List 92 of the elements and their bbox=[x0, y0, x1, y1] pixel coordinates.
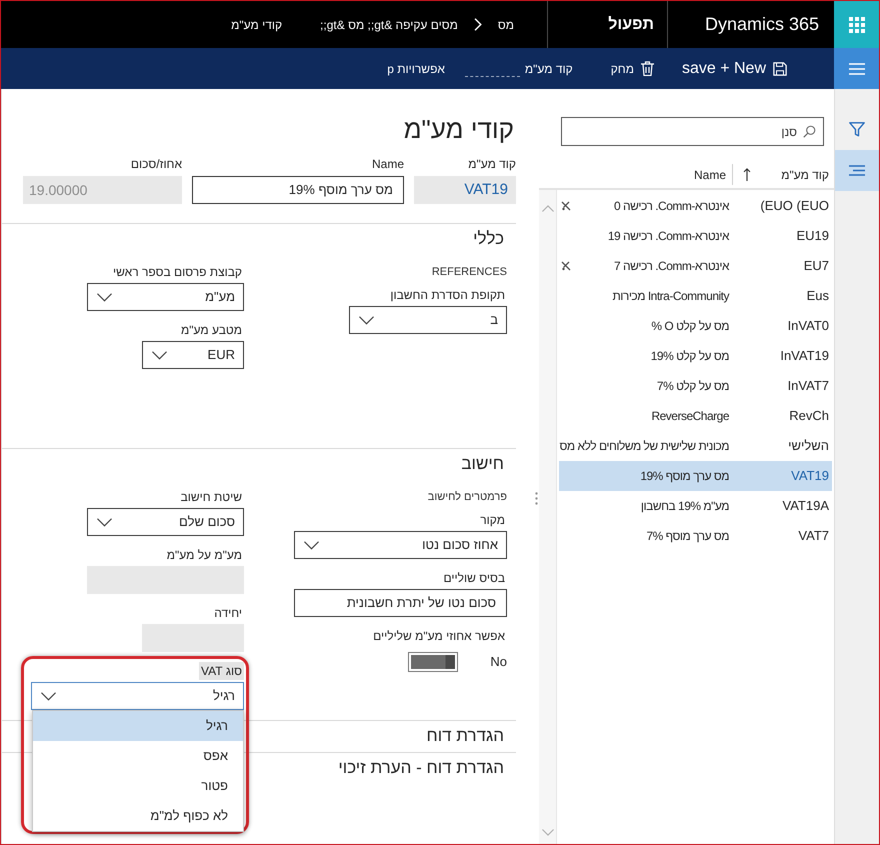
dropdown[interactable]: מע"מ bbox=[87, 283, 244, 311]
text-field[interactable]: מס ערך מוסף 19% bbox=[192, 176, 404, 204]
drag-handle-icon bbox=[535, 492, 538, 505]
name-cell-text: מס על קלט 19% bbox=[650, 348, 729, 365]
dropdown-option[interactable]: פטור bbox=[33, 771, 243, 801]
module-name[interactable]: תפעול bbox=[608, 12, 654, 36]
app-grid-icon bbox=[848, 16, 864, 32]
floppy-disk-icon bbox=[773, 62, 787, 76]
column-header[interactable]: Name bbox=[539, 161, 732, 188]
code-cell: InVAT19 bbox=[780, 348, 829, 363]
list-view-button[interactable] bbox=[835, 150, 879, 191]
name-cell-text: אינטרא-Comm. רכישה 19 bbox=[608, 228, 729, 245]
filter-icon bbox=[849, 122, 865, 137]
field-label: תקופת הסדרת החשבון bbox=[389, 287, 506, 304]
dropdown[interactable]: אחוז סכום נטו bbox=[294, 531, 507, 559]
delete-button[interactable]: מחק bbox=[610, 60, 654, 78]
dropdown-option[interactable]: לא כפוף למ"מ bbox=[33, 801, 243, 831]
chevron-down-icon bbox=[97, 518, 112, 526]
name-cell-text: אינטרא-Comm. רכישה 7 bbox=[614, 258, 729, 275]
field-label: מע"מ על מע"מ bbox=[166, 547, 243, 564]
readonly-field: 19.00000 bbox=[23, 176, 182, 204]
field-label: שיטת חישוב bbox=[180, 489, 243, 506]
dropdown-option[interactable]: אפס bbox=[33, 741, 243, 771]
field-label: סוג VAT bbox=[199, 662, 244, 680]
dropdown-option[interactable]: רגיל bbox=[33, 711, 243, 741]
section-title[interactable]: חישוב bbox=[461, 453, 504, 475]
breadcrumb-item[interactable]: מס bbox=[498, 16, 514, 34]
column-header[interactable]: קוד מע"מ bbox=[732, 164, 834, 185]
name-cell-text: מכונית שלישית של משלוחים ללא מס bbox=[560, 438, 729, 455]
text-field[interactable]: סכום נטו של יתרת חשבונית bbox=[294, 589, 507, 617]
code-cell: Eus bbox=[806, 288, 829, 303]
code-cell: InVAT0 bbox=[788, 318, 829, 333]
name-cell-text: מס ערך מוסף 19% bbox=[640, 468, 729, 485]
trash-icon bbox=[640, 61, 654, 76]
code-cell: VAT7 bbox=[798, 528, 829, 543]
name-cell-text: מס על קלט O % bbox=[651, 318, 729, 335]
code-cell: InVAT7 bbox=[788, 378, 829, 393]
page-title: קודי מע"מ bbox=[404, 113, 514, 146]
group-heading: פרמטרים לחישוב bbox=[428, 490, 507, 506]
name-cell-text: Intra-Community מכירות bbox=[612, 288, 729, 305]
search-field[interactable]: סנן bbox=[561, 117, 824, 146]
field-label: יחידה bbox=[213, 605, 243, 622]
search-icon bbox=[803, 125, 816, 138]
app-launcher-button[interactable] bbox=[834, 1, 879, 48]
code-cell: VAT19A bbox=[782, 498, 829, 513]
name-cell-text: מס ערך מוסף 7% bbox=[646, 528, 729, 545]
chevron-down-icon bbox=[152, 350, 167, 360]
chevron-down-icon bbox=[41, 692, 56, 700]
field-label: מקור bbox=[479, 512, 506, 529]
name-cell-text: מע"מ 19% בחשבון bbox=[640, 498, 729, 515]
list-icon bbox=[849, 165, 865, 176]
code-cell: VAT19 bbox=[791, 468, 829, 483]
dropdown[interactable]: רגיל bbox=[31, 682, 244, 710]
field-label: אחוז/סכום bbox=[130, 156, 182, 173]
code-cell: (EUO (EUO bbox=[760, 198, 829, 213]
chevron-right-icon bbox=[474, 18, 482, 31]
chevron-down-icon bbox=[359, 316, 374, 324]
code-cell: השלישי bbox=[788, 438, 829, 453]
section-title[interactable]: הגדרת דוח bbox=[426, 725, 504, 747]
field-label: מטבע מע"מ bbox=[180, 322, 243, 339]
toolbar-button[interactable]: אפשרויות p bbox=[387, 60, 445, 78]
name-cell-text: ReverseCharge bbox=[651, 408, 729, 425]
scroll-up-icon bbox=[542, 205, 554, 212]
field-label: אפשר אחוזי מע"מ שליליים bbox=[372, 628, 506, 645]
menu-icon bbox=[848, 62, 864, 74]
name-cell-text: אינטרא-Comm. רכישה 0 bbox=[614, 198, 729, 215]
toolbar-button[interactable]: קוד מע"מ bbox=[524, 60, 573, 78]
toggle-switch[interactable] bbox=[408, 652, 458, 672]
section-title[interactable]: כללי bbox=[473, 228, 504, 250]
readonly-field: VAT19 bbox=[414, 176, 516, 204]
code-cell: EU19 bbox=[796, 228, 829, 243]
dropdown[interactable]: ב bbox=[349, 306, 507, 334]
code-cell: RevCh bbox=[789, 408, 829, 423]
toggle-state-label: No bbox=[490, 653, 507, 672]
menu-button[interactable] bbox=[834, 48, 879, 89]
code-cell: EU7 bbox=[804, 258, 829, 273]
chevron-down-icon bbox=[97, 292, 112, 302]
breadcrumb-item[interactable]: מסים עקיפה &gt;; מס &gt;; bbox=[320, 16, 458, 34]
group-heading: REFERENCES bbox=[432, 265, 507, 280]
field-label: קבוצת פרסום בספר ראשי bbox=[112, 264, 243, 281]
dropdown[interactable]: EUR bbox=[142, 341, 244, 369]
breadcrumb-item[interactable]: קודי מע"מ bbox=[231, 16, 282, 34]
save-new-button[interactable]: save + New bbox=[682, 56, 787, 80]
field-label: קוד מע"מ bbox=[468, 156, 516, 173]
app-name[interactable]: Dynamics 365 bbox=[704, 11, 819, 38]
dropdown[interactable]: סכום שלם bbox=[87, 508, 244, 536]
field-label: Name bbox=[372, 156, 404, 173]
name-cell-text: מס על קלט 7% bbox=[656, 378, 729, 395]
scroll-down-icon bbox=[542, 829, 554, 836]
section-title[interactable]: הגדרת דוח - הערת זיכוי bbox=[338, 757, 504, 779]
chevron-down-icon bbox=[304, 540, 319, 550]
field-label: בסיס שוליים bbox=[442, 570, 506, 587]
